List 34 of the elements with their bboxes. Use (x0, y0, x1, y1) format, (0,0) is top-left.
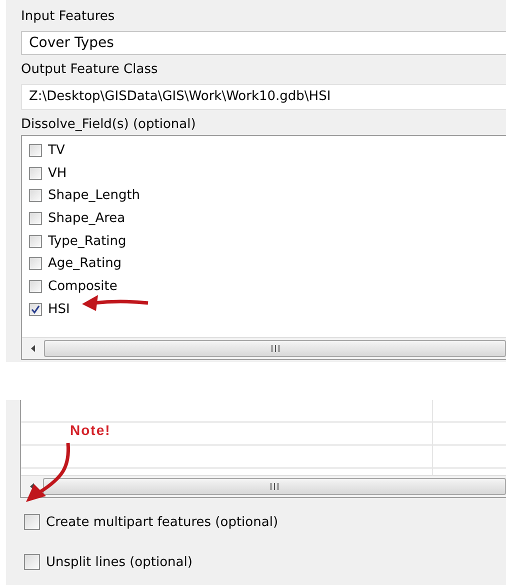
field-label: Input Features (21, 8, 116, 25)
scroll-thumb[interactable] (43, 478, 506, 495)
checkbox[interactable] (29, 189, 42, 202)
checkbox-label: VH (48, 166, 67, 181)
checkbox[interactable] (29, 212, 42, 225)
field-label: Output Feature Class (21, 61, 159, 78)
horizontal-scrollbar[interactable] (21, 475, 506, 497)
scroll-thumb[interactable] (44, 340, 506, 357)
checkbox[interactable] (24, 514, 40, 530)
checkbox[interactable] (29, 234, 42, 248)
checkbox-label: Composite (48, 278, 118, 294)
checkbox-label: Shape_Length (48, 188, 140, 204)
input-field[interactable]: Z:\Desktop\GISData\GIS\Work\Work10.gdb\HSI (21, 84, 506, 110)
checkbox-label: HSI (48, 302, 70, 317)
note-annotation: Note! (70, 422, 111, 438)
checkbox[interactable] (29, 257, 42, 270)
checkbox-label: TV (48, 142, 65, 158)
checkbox-label: Create multipart features (optional) (46, 514, 278, 530)
checkbox-label: Unsplit lines (optional) (46, 554, 192, 570)
checkbox-label: Age_Rating (48, 256, 122, 272)
horizontal-scrollbar[interactable] (22, 337, 506, 359)
checkbox[interactable] (29, 144, 42, 157)
checkbox-label: Type_Rating (48, 234, 126, 249)
input-field[interactable]: Cover Types (21, 31, 506, 55)
grip-icon (270, 483, 279, 490)
checkbox[interactable] (24, 554, 40, 570)
arrow-icon (80, 292, 150, 314)
checkbox[interactable] (29, 302, 42, 316)
left-arrow-icon[interactable] (31, 345, 35, 352)
field-label: Dissolve_Field(s) (optional) (21, 116, 197, 133)
grip-icon (270, 345, 280, 352)
checkbox[interactable] (29, 166, 42, 180)
checkbox[interactable] (29, 280, 42, 293)
checkbox-label: Shape_Area (48, 210, 126, 226)
